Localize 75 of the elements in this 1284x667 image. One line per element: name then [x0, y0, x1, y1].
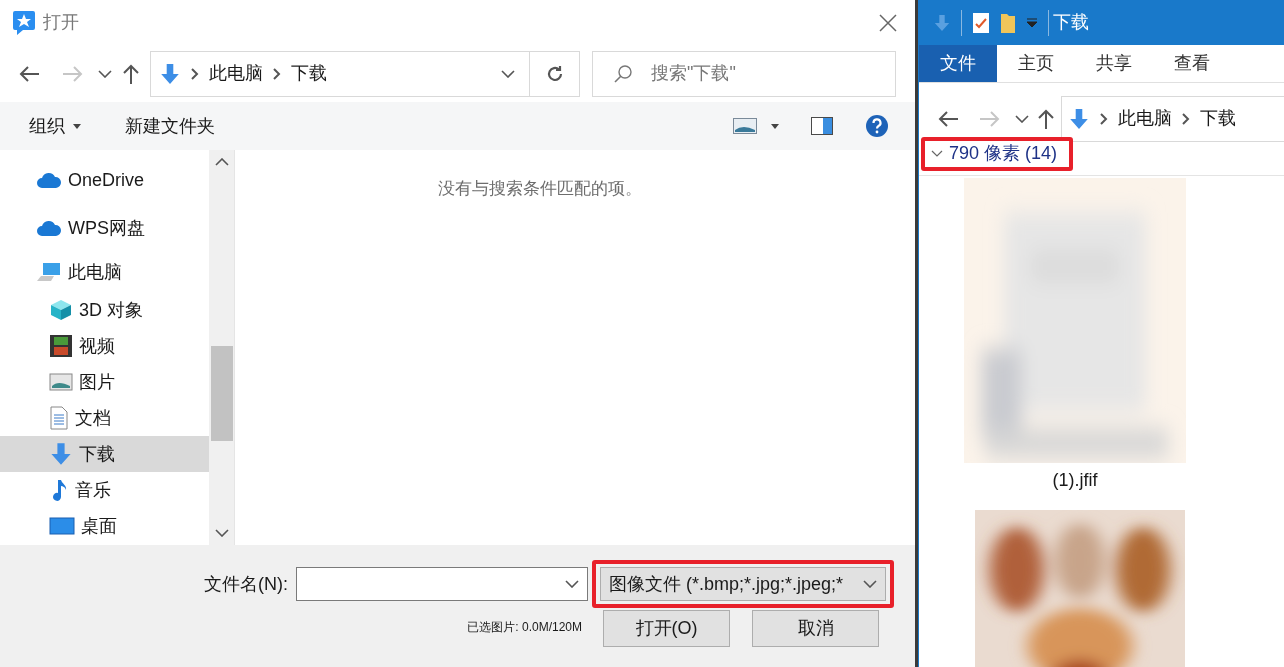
download-icon: [159, 62, 181, 85]
sidebar-item[interactable]: OneDrive: [0, 156, 209, 204]
search-icon: [613, 63, 633, 84]
document-icon: [49, 406, 69, 430]
sidebar-item[interactable]: 桌面: [0, 508, 209, 544]
breadcrumb-item[interactable]: 此电脑: [1118, 105, 1172, 132]
open-button[interactable]: 打开(O): [603, 610, 730, 647]
scroll-down-icon[interactable]: [214, 529, 229, 537]
forward-arrow-icon: [979, 109, 1001, 128]
up-arrow-icon: [1037, 107, 1055, 130]
cloud-icon: [36, 219, 62, 237]
up-arrow-icon: [122, 62, 140, 85]
filename-field[interactable]: [296, 567, 588, 601]
download-icon: [1068, 107, 1090, 130]
file-name: (1).jfif: [1052, 469, 1098, 492]
checklist-icon[interactable]: [972, 11, 990, 34]
folder-icon[interactable]: [1000, 11, 1016, 34]
view-image-icon[interactable]: [733, 118, 757, 134]
dropdown-caret-icon: [565, 580, 579, 588]
address-bar[interactable]: 此电脑 下载: [150, 50, 580, 97]
sidebar-item[interactable]: 文档: [0, 400, 209, 436]
forward-arrow-icon: [62, 64, 84, 83]
caret-icon: [73, 123, 81, 129]
scrollbar[interactable]: [209, 150, 234, 545]
cancel-button[interactable]: 取消: [752, 610, 879, 647]
breadcrumb-item[interactable]: 下载: [1200, 105, 1236, 132]
download-icon: [933, 12, 951, 33]
preview-pane-icon[interactable]: [811, 117, 833, 135]
new-folder-button[interactable]: 新建文件夹: [125, 112, 215, 140]
organize-menu-button[interactable]: 组织: [29, 112, 81, 140]
group-header[interactable]: 790 像素 (14): [931, 140, 1058, 167]
recent-caret-icon: [98, 69, 112, 78]
sidebar-item[interactable]: 图片: [0, 364, 209, 400]
search-field[interactable]: 搜索"下载": [592, 50, 896, 97]
sidebar-item[interactable]: 此电脑: [0, 252, 209, 292]
caret-icon[interactable]: [1026, 17, 1038, 28]
cloud-icon: [36, 171, 62, 189]
breadcrumb-item[interactable]: 下载: [291, 60, 327, 87]
back-arrow-icon: [18, 64, 40, 83]
close-icon[interactable]: [879, 13, 897, 32]
sidebar-item[interactable]: 视频: [0, 328, 209, 364]
sidebar-item[interactable]: 音乐: [0, 472, 209, 508]
breadcrumb-item[interactable]: 此电脑: [209, 60, 263, 87]
sidebar-item[interactable]: 3D 对象: [0, 292, 209, 328]
chevron-right-icon: [1100, 112, 1108, 125]
window-title: 下载: [1053, 11, 1089, 34]
filename-label: 文件名(N):: [204, 572, 288, 596]
dropdown-caret-icon: [863, 580, 877, 588]
empty-message: 没有与搜索条件匹配的项。: [438, 178, 642, 200]
search-input[interactable]: 搜索"下载": [651, 60, 895, 87]
recent-caret-icon: [1015, 114, 1029, 123]
help-icon[interactable]: [865, 114, 889, 138]
scrollbar-thumb[interactable]: [210, 346, 233, 441]
scroll-up-icon[interactable]: [214, 158, 229, 166]
selection-note: 已选图片: 0.0M/120M: [467, 619, 582, 636]
image-icon: [49, 372, 73, 392]
computer-icon: [36, 261, 62, 283]
desktop-icon: [49, 516, 75, 536]
back-arrow-icon: [937, 109, 959, 128]
film-icon: [49, 334, 73, 358]
address-bar[interactable]: 此电脑 下载: [1061, 95, 1284, 142]
app-logo-icon: [12, 9, 36, 36]
chevron-right-icon: [1182, 112, 1190, 125]
file-type-dropdown[interactable]: 图像文件 (*.bmp;*.jpg;*.jpeg;*: [600, 567, 886, 601]
chevron-down-icon: [931, 149, 943, 158]
ribbon-tab[interactable]: 文件: [919, 45, 997, 82]
window-title: 打开: [43, 11, 79, 34]
sidebar-item[interactable]: 下载: [0, 436, 209, 472]
sidebar-item[interactable]: WPS网盘: [0, 204, 209, 252]
chevron-right-icon: [191, 67, 199, 80]
download-icon: [49, 442, 73, 466]
dropdown-caret-icon: [501, 69, 515, 78]
cube-icon: [49, 298, 73, 322]
caret-icon[interactable]: [771, 123, 779, 129]
chevron-right-icon: [273, 67, 281, 80]
